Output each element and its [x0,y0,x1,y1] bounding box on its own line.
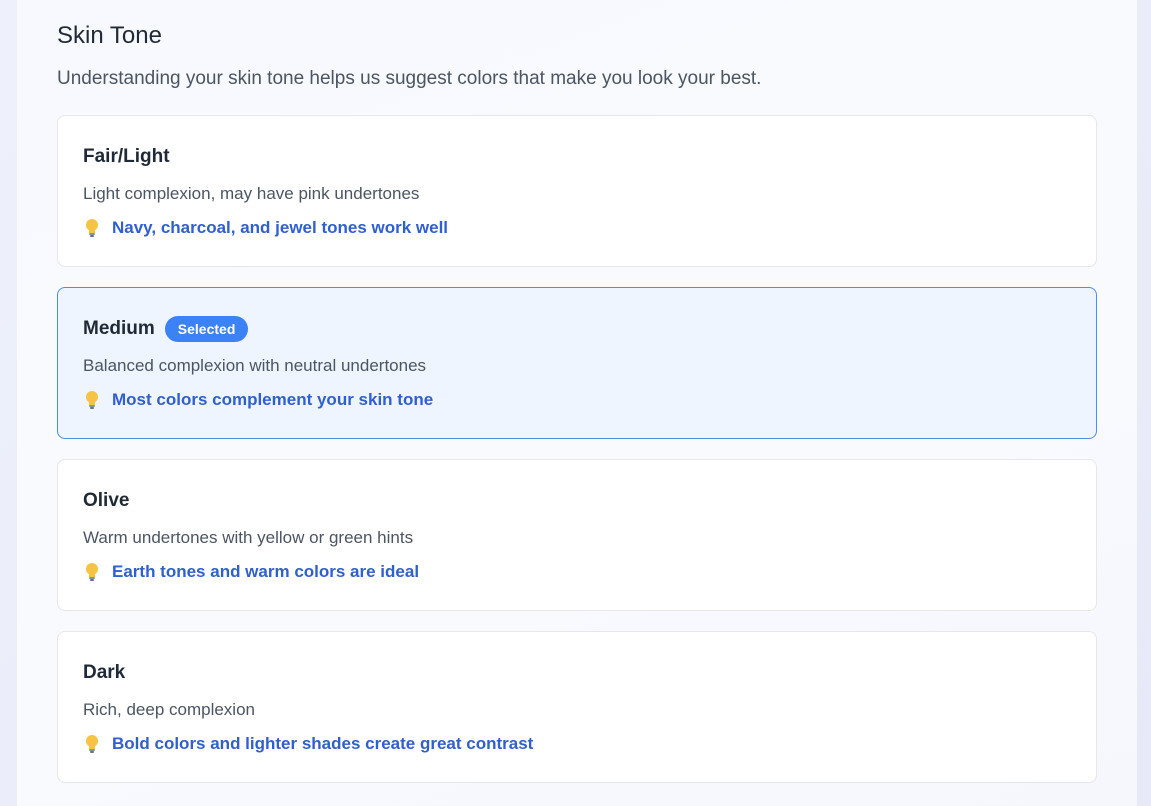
section-title: Skin Tone [57,22,162,49]
option-header: Fair/Light [83,143,170,171]
option-title: Medium [83,318,155,339]
option-title: Dark [83,662,126,683]
option-tip: Earth tones and warm colors are ideal [83,562,419,582]
section-description: Understanding your skin tone helps us su… [57,68,762,89]
option-description: Balanced complexion with neutral underto… [83,356,427,375]
skin-tone-option-dark[interactable]: Dark Rich, deep complexion Bold colors a… [57,631,1097,783]
option-header: Olive [83,487,129,515]
option-tip-text: Most colors complement your skin tone [112,390,434,409]
option-description: Rich, deep complexion [83,700,255,719]
option-tip-text: Navy, charcoal, and jewel tones work wel… [112,218,449,237]
lightbulb-icon [83,734,101,754]
option-header: Dark [83,659,125,687]
selected-badge: Selected [164,316,249,342]
option-tip: Navy, charcoal, and jewel tones work wel… [83,218,448,238]
option-title: Olive [83,490,130,511]
lightbulb-icon [83,218,101,238]
option-tip-text: Earth tones and warm colors are ideal [112,562,420,581]
lightbulb-icon [83,562,101,582]
option-title: Fair/Light [83,146,170,167]
skin-tone-option-medium[interactable]: Medium Selected Balanced complexion with… [57,287,1097,439]
option-tip: Bold colors and lighter shades create gr… [83,734,533,754]
skin-tone-option-fair-light[interactable]: Fair/Light Light complexion, may have pi… [57,115,1097,267]
option-tip: Most colors complement your skin tone [83,390,433,410]
option-header: Medium Selected [83,315,249,343]
lightbulb-icon [83,390,101,410]
option-description: Light complexion, may have pink underton… [83,184,420,203]
option-tip-text: Bold colors and lighter shades create gr… [112,734,534,753]
skin-tone-option-olive[interactable]: Olive Warm undertones with yellow or gre… [57,459,1097,611]
skin-tone-panel: Skin Tone Understanding your skin tone h… [17,0,1137,806]
option-description: Warm undertones with yellow or green hin… [83,528,414,547]
